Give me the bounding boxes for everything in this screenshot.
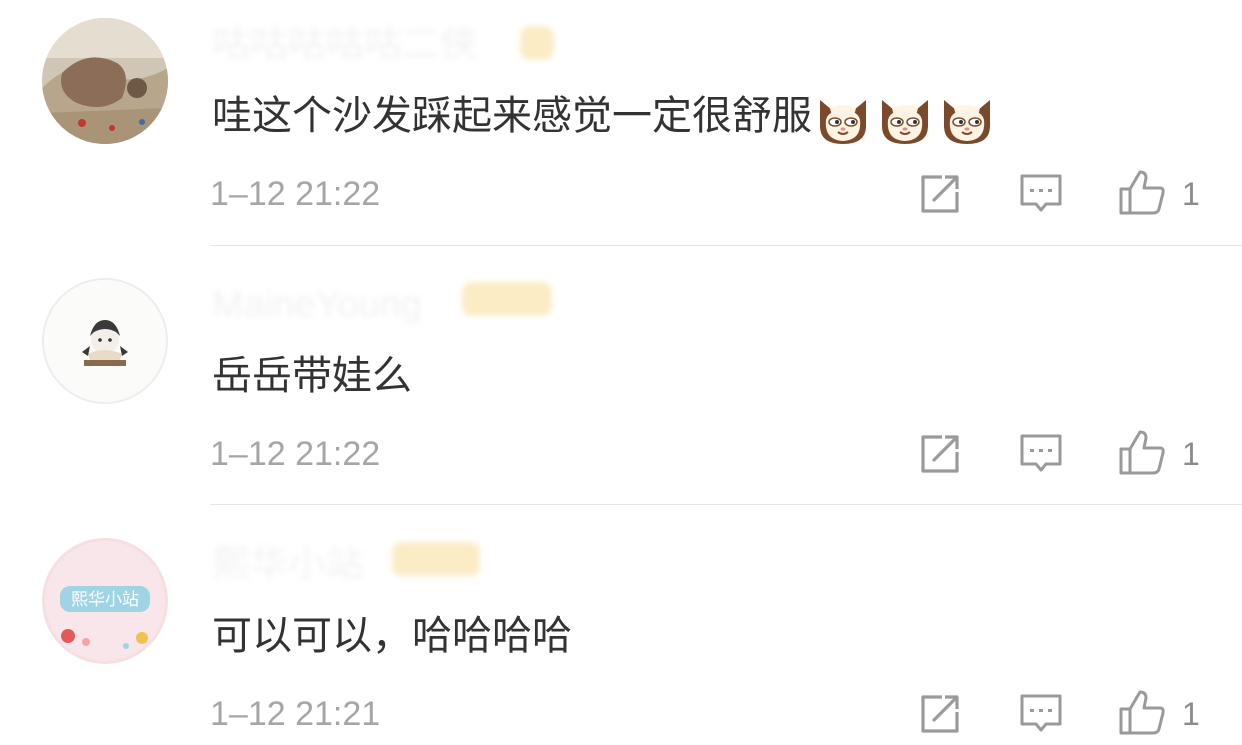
level-badge <box>520 26 554 60</box>
thumbs-up-icon[interactable] <box>1118 168 1166 216</box>
divider <box>210 245 1242 246</box>
avatar[interactable]: 熙华小站 <box>42 538 168 664</box>
comment-item: 咕咕咕咕咕二侠 哇这个沙发踩起来感觉一定很舒服 1–12 21:22 1 <box>0 0 1242 260</box>
reply-icon[interactable] <box>1018 172 1064 216</box>
timestamp: 1–12 21:21 <box>210 695 381 733</box>
comment-text: 可以可以，哈哈哈哈 <box>212 613 572 659</box>
thumbs-up-icon[interactable] <box>1118 428 1166 476</box>
comment-item: 熙华小站 熙华小站 可以可以，哈哈哈哈 1–12 21:21 1 <box>0 520 1242 745</box>
like-count: 1 <box>1182 176 1200 212</box>
comment-text: 哇这个沙发踩起来感觉一定很舒服 <box>212 90 994 146</box>
username[interactable]: 熙华小站 <box>212 546 364 584</box>
comment-text: 岳岳带娃么 <box>212 353 412 399</box>
comment-text-content: 哇这个沙发踩起来感觉一定很舒服 <box>212 93 812 139</box>
repost-icon[interactable] <box>918 692 962 736</box>
comment-item: MaineYoung 岳岳带娃么 1–12 21:22 1 <box>0 260 1242 520</box>
avatar[interactable] <box>42 278 168 404</box>
reply-icon[interactable] <box>1018 692 1064 736</box>
like-count: 1 <box>1182 436 1200 472</box>
comment-list: 咕咕咕咕咕二侠 哇这个沙发踩起来感觉一定很舒服 1–12 21:22 1 Mai… <box>0 0 1242 745</box>
level-badge <box>462 282 552 316</box>
username[interactable]: 咕咕咕咕咕二侠 <box>212 26 478 64</box>
cat-face-icon <box>878 90 932 146</box>
repost-icon[interactable] <box>918 172 962 216</box>
avatar[interactable] <box>42 18 168 144</box>
username[interactable]: MaineYoung <box>212 286 422 324</box>
avatar-logo-text: 熙华小站 <box>71 590 139 610</box>
thumbs-up-icon[interactable] <box>1118 688 1166 736</box>
cat-face-icon <box>816 90 870 146</box>
timestamp: 1–12 21:22 <box>210 175 381 213</box>
level-badge <box>392 542 480 576</box>
divider <box>210 504 1242 505</box>
like-count: 1 <box>1182 696 1200 732</box>
cat-face-icon <box>940 90 994 146</box>
timestamp: 1–12 21:22 <box>210 435 381 473</box>
repost-icon[interactable] <box>918 432 962 476</box>
reply-icon[interactable] <box>1018 432 1064 476</box>
